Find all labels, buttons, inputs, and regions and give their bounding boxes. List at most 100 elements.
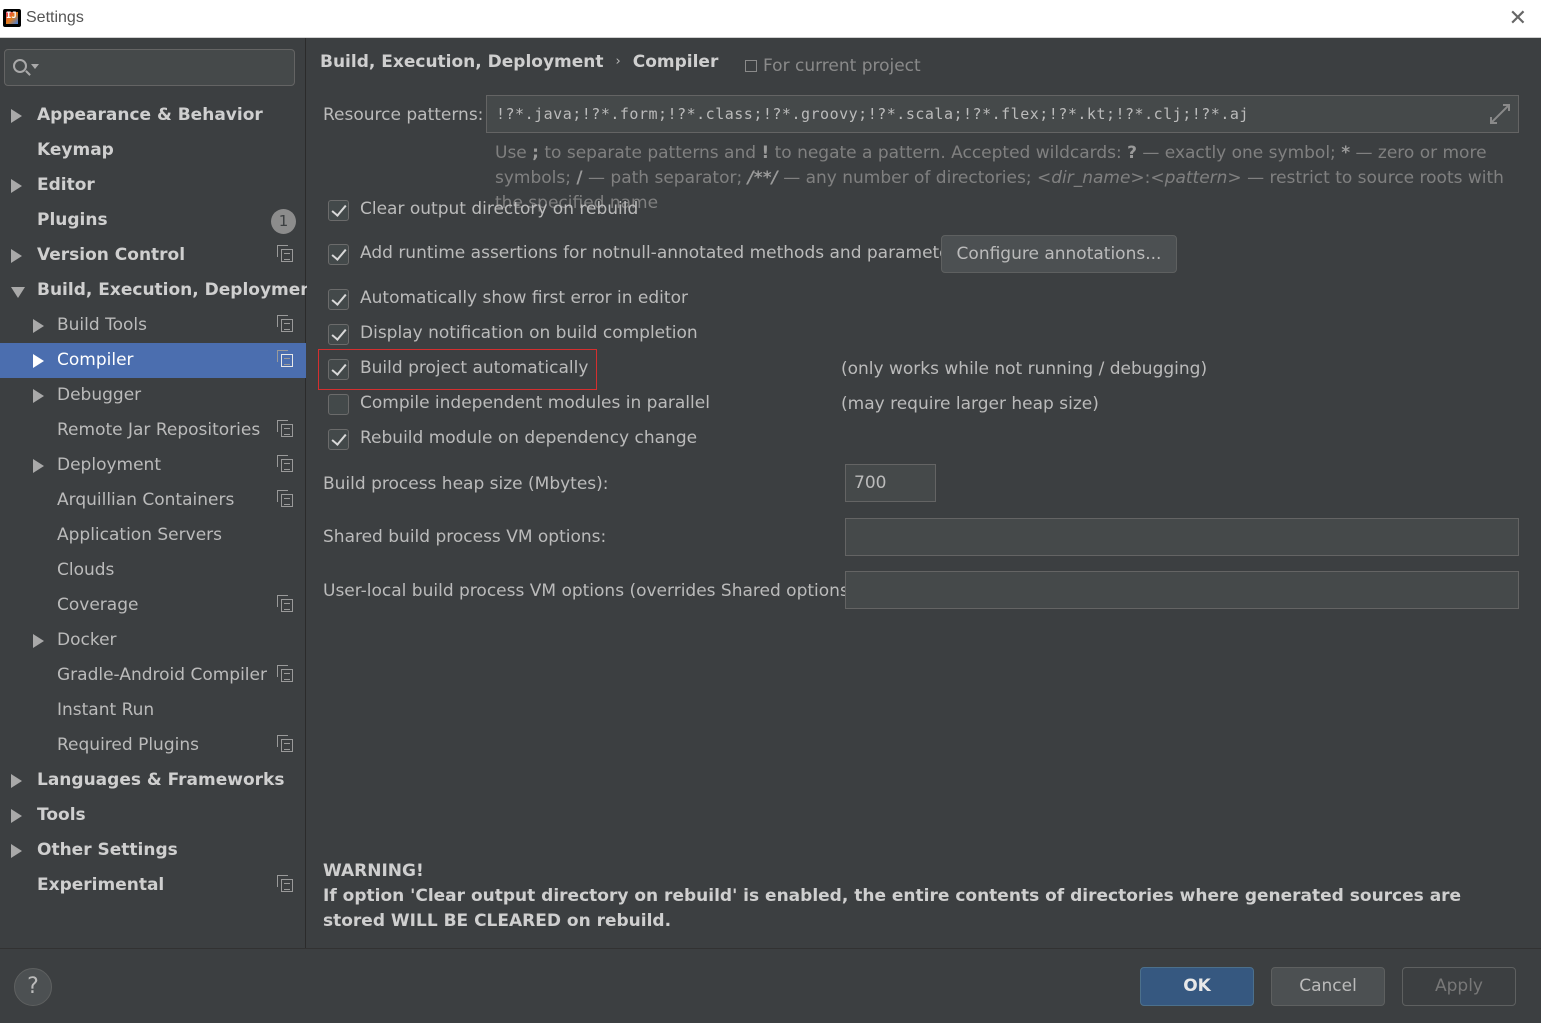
show-first-error-checkbox[interactable] (328, 289, 349, 310)
expand-arrow-right-icon[interactable] (33, 634, 44, 648)
sidebar-item-label: Gradle-Android Compiler (57, 665, 267, 685)
build-automatically-checkbox[interactable] (328, 359, 349, 380)
help-button[interactable]: ? (14, 968, 52, 1006)
expand-arrow-right-icon[interactable] (33, 459, 44, 473)
rebuild-on-dependency-checkbox[interactable] (328, 429, 349, 450)
expand-arrow-right-icon[interactable] (11, 774, 22, 788)
scope-label: For current project (763, 56, 921, 76)
sidebar-item-tools[interactable]: Tools (0, 798, 306, 833)
sidebar-item-label: Application Servers (57, 525, 222, 545)
expand-arrow-right-icon[interactable] (11, 179, 22, 193)
resource-patterns-label: Resource patterns: (323, 105, 484, 125)
search-input[interactable] (4, 49, 295, 86)
build-automatically-label: Build project automatically (360, 358, 589, 378)
sidebar-item-languages-frameworks[interactable]: Languages & Frameworks (0, 763, 306, 798)
sidebar-item-label: Clouds (57, 560, 115, 580)
sidebar-item-remote-jar-repositories[interactable]: Remote Jar Repositories (0, 413, 306, 448)
clear-output-checkbox[interactable] (328, 200, 349, 221)
sidebar-item-label: Debugger (57, 385, 142, 405)
expand-arrow-right-icon[interactable] (33, 319, 44, 333)
sidebar-item-build-execution-deployment[interactable]: Build, Execution, Deployment (0, 273, 321, 308)
sidebar-item-arquillian-containers[interactable]: Arquillian Containers (0, 483, 306, 518)
sidebar-item-label: Build, Execution, Deployment (37, 280, 321, 300)
compile-parallel-checkbox[interactable] (328, 394, 349, 415)
resource-patterns-input[interactable]: !?*.java;!?*.form;!?*.class;!?*.groovy;!… (486, 95, 1519, 133)
sidebar-item-label: Coverage (57, 595, 139, 615)
sidebar-item-docker[interactable]: Docker (0, 623, 306, 658)
local-vm-options-label: User-local build process VM options (ove… (323, 581, 862, 601)
compile-parallel-note: (may require larger heap size) (841, 394, 1099, 414)
expand-icon[interactable] (1490, 104, 1510, 124)
sidebar-item-label: Compiler (57, 350, 134, 370)
expand-arrow-right-icon[interactable] (33, 389, 44, 403)
runtime-assertions-checkbox[interactable] (328, 244, 349, 265)
local-vm-options-input[interactable] (845, 571, 1519, 609)
sidebar-item-experimental[interactable]: Experimental (0, 868, 306, 903)
sidebar-item-coverage[interactable]: Coverage (0, 588, 306, 623)
sidebar-item-plugins[interactable]: Plugins 1 (0, 203, 306, 238)
compiler-settings-panel: Build, Execution, Deployment › Compiler Fo… (307, 38, 1541, 948)
breadcrumb-separator: › (615, 54, 621, 69)
runtime-assertions-label: Add runtime assertions for notnull-annot… (360, 243, 966, 263)
show-first-error-label: Automatically show first error in editor (360, 288, 688, 308)
sidebar-item-label: Instant Run (57, 700, 155, 720)
sidebar-item-label: Arquillian Containers (57, 490, 235, 510)
sidebar-item-keymap[interactable]: Keymap (0, 133, 306, 168)
expand-arrow-right-icon[interactable] (11, 109, 22, 123)
sidebar-item-debugger[interactable]: Debugger (0, 378, 306, 413)
project-level-icon (277, 490, 293, 507)
sidebar-item-label: Experimental (37, 875, 165, 895)
warning-message: WARNING! If option 'Clear output directo… (323, 859, 1503, 934)
sidebar-item-appearance-behavior[interactable]: Appearance & Behavior (0, 98, 306, 133)
close-icon[interactable]: ✕ (1509, 6, 1527, 31)
sidebar-item-gradle-android-compiler[interactable]: Gradle-Android Compiler (0, 658, 306, 693)
expand-arrow-right-icon[interactable] (11, 844, 22, 858)
shared-vm-options-input[interactable] (845, 518, 1519, 556)
search-icon (13, 59, 27, 73)
project-level-icon (277, 350, 293, 367)
sidebar-item-application-servers[interactable]: Application Servers (0, 518, 306, 553)
expand-arrow-right-icon[interactable] (11, 249, 22, 263)
project-level-icon (277, 735, 293, 752)
breadcrumb-parent: Build, Execution, Deployment (320, 52, 604, 72)
heap-size-label: Build process heap size (Mbytes): (323, 474, 609, 494)
configure-annotations-button[interactable]: Configure annotations... (941, 235, 1177, 273)
warning-title: WARNING! (323, 861, 424, 881)
display-notification-checkbox[interactable] (328, 324, 349, 345)
compile-parallel-label: Compile independent modules in parallel (360, 393, 710, 413)
heap-size-input[interactable]: 700 (845, 464, 936, 502)
sidebar-item-label: Appearance & Behavior (37, 105, 263, 125)
sidebar-item-label: Deployment (57, 455, 161, 475)
expand-arrow-right-icon[interactable] (11, 809, 22, 823)
project-level-icon (277, 875, 293, 892)
sidebar-item-other-settings[interactable]: Other Settings (0, 833, 306, 868)
sidebar-item-compiler[interactable]: Compiler (0, 343, 306, 378)
sidebar-item-label: Version Control (37, 245, 186, 265)
sidebar-item-deployment[interactable]: Deployment (0, 448, 306, 483)
project-level-icon (277, 245, 293, 262)
sidebar-item-clouds[interactable]: Clouds (0, 553, 306, 588)
sidebar-item-editor[interactable]: Editor (0, 168, 306, 203)
apply-button[interactable]: Apply (1402, 967, 1516, 1006)
project-level-icon (277, 595, 293, 612)
sidebar-item-required-plugins[interactable]: Required Plugins (0, 728, 306, 763)
sidebar-item-instant-run[interactable]: Instant Run (0, 693, 306, 728)
expand-arrow-down-icon[interactable] (11, 287, 25, 298)
ok-button[interactable]: OK (1140, 967, 1254, 1006)
sidebar-item-version-control[interactable]: Version Control (0, 238, 306, 273)
intellij-logo-icon (3, 9, 21, 27)
scope-indicator: For current project (745, 56, 921, 76)
project-level-icon (277, 665, 293, 682)
sidebar-item-label: Build Tools (57, 315, 147, 335)
shared-vm-options-label: Shared build process VM options: (323, 527, 607, 547)
sidebar-item-label: Required Plugins (57, 735, 199, 755)
cancel-button[interactable]: Cancel (1271, 967, 1385, 1006)
search-options-caret-icon[interactable] (31, 64, 39, 69)
rebuild-on-dependency-label: Rebuild module on dependency change (360, 428, 698, 448)
sidebar-item-label: Plugins (37, 210, 108, 230)
sidebar-item-build-tools[interactable]: Build Tools (0, 308, 306, 343)
sidebar-item-label: Tools (37, 805, 86, 825)
sidebar-item-label: Other Settings (37, 840, 178, 860)
expand-arrow-right-icon[interactable] (33, 354, 44, 368)
settings-sidebar: Appearance & Behavior Keymap Editor Plugins… (0, 38, 321, 948)
